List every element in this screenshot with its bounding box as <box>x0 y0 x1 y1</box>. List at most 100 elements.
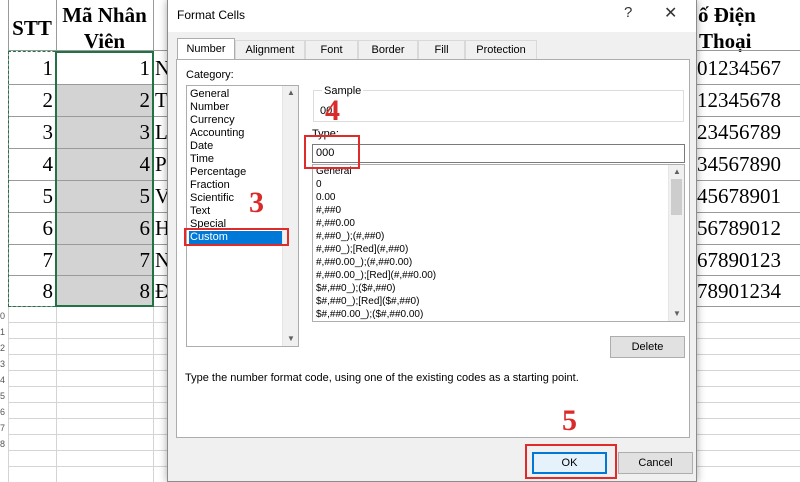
header-stt[interactable]: STT <box>8 16 56 40</box>
selection-range <box>55 51 154 307</box>
grid-line-light <box>8 322 167 323</box>
grid-line-light <box>697 434 800 435</box>
category-item-scientific[interactable]: Scientific <box>189 192 282 205</box>
cell-so-dien-thoai[interactable]: 12345678 <box>697 84 800 116</box>
grid-line-light <box>8 386 167 387</box>
format-item[interactable]: #,##0_);[Red](#,##0) <box>316 244 408 256</box>
grid-line-light <box>697 418 800 419</box>
category-item-text[interactable]: Text <box>189 205 282 218</box>
format-code-list[interactable]: General 0 0.00 #,##0 #,##0.00 #,##0_);(#… <box>312 164 685 322</box>
cell-ho-ten[interactable]: V <box>155 180 167 212</box>
row-number: 3 <box>0 359 6 369</box>
cancel-button[interactable]: Cancel <box>618 452 693 474</box>
cell-so-dien-thoai[interactable]: 01234567 <box>697 52 800 84</box>
grid-line-light <box>153 306 154 482</box>
cell-ho-ten[interactable]: P <box>155 148 167 180</box>
row-number: 7 <box>0 423 6 433</box>
delete-button[interactable]: Delete <box>610 336 685 358</box>
scroll-down-icon[interactable]: ▼ <box>283 332 299 346</box>
grid-line-light <box>697 402 800 403</box>
cell-so-dien-thoai[interactable]: 45678901 <box>697 180 800 212</box>
tab-fill[interactable]: Fill <box>418 40 465 60</box>
category-item-general[interactable]: General <box>189 88 282 101</box>
highlight-box-type <box>304 135 360 169</box>
number-tab-panel: Category: General Number Currency Accoun… <box>176 59 690 438</box>
format-item[interactable]: $#,##0_);($#,##0) <box>316 283 396 295</box>
row-number: 8 <box>0 439 6 449</box>
grid-line-light <box>8 450 167 451</box>
grid-line-light <box>697 338 800 339</box>
cell-so-dien-thoai[interactable]: 34567890 <box>697 148 800 180</box>
dialog-titlebar[interactable]: Format Cells ? ✕ <box>168 0 696 32</box>
scroll-thumb[interactable] <box>671 179 682 215</box>
row-number: 1 <box>0 327 6 337</box>
cell-ho-ten[interactable]: H <box>155 212 167 244</box>
category-item-fraction[interactable]: Fraction <box>189 179 282 192</box>
scroll-up-icon[interactable]: ▲ <box>283 86 299 100</box>
grid-line-light <box>8 338 167 339</box>
format-item[interactable]: #,##0_);(#,##0) <box>316 231 384 243</box>
grid-line-light <box>56 306 57 482</box>
dialog-tabs: Number Alignment Font Border Fill Protec… <box>176 38 690 61</box>
cell-so-dien-thoai[interactable]: 78901234 <box>697 275 800 307</box>
category-item-number[interactable]: Number <box>189 101 282 114</box>
close-icon[interactable]: ✕ <box>664 3 677 23</box>
format-item[interactable]: 0.00 <box>316 192 335 204</box>
cell-ho-ten[interactable]: Đ <box>155 275 167 307</box>
format-item[interactable]: $#,##0.00_);($#,##0.00) <box>316 309 423 321</box>
grid-line-light <box>697 370 800 371</box>
type-input[interactable]: 000 <box>312 144 685 163</box>
format-list-scrollbar[interactable]: ▲ ▼ <box>668 165 684 321</box>
cell-ho-ten[interactable]: L <box>155 116 167 148</box>
category-item-percentage[interactable]: Percentage <box>189 166 282 179</box>
format-item[interactable]: #,##0.00 <box>316 218 355 230</box>
cell-ho-ten[interactable]: T <box>155 84 167 116</box>
category-scrollbar[interactable]: ▲ ▼ <box>282 86 298 346</box>
category-item-time[interactable]: Time <box>189 153 282 166</box>
cell-ho-ten[interactable]: N <box>155 52 167 84</box>
category-list[interactable]: General Number Currency Accounting Date … <box>186 85 299 347</box>
format-item[interactable]: #,##0.00_);[Red](#,##0.00) <box>316 270 436 282</box>
tab-border[interactable]: Border <box>358 40 418 60</box>
help-icon[interactable]: ? <box>624 4 632 21</box>
grid-line-light <box>8 466 167 467</box>
dialog-title: Format Cells <box>177 8 246 22</box>
row-number: 2 <box>0 343 6 353</box>
grid-line-light <box>8 418 167 419</box>
step-number-3: 3 <box>249 186 264 219</box>
grid-line-light <box>8 354 167 355</box>
category-item-accounting[interactable]: Accounting <box>189 127 282 140</box>
cell-ho-ten[interactable]: N <box>155 244 167 276</box>
tab-alignment[interactable]: Alignment <box>235 40 305 60</box>
step-number-5: 5 <box>562 404 577 437</box>
category-item-currency[interactable]: Currency <box>189 114 282 127</box>
format-item[interactable]: 0 <box>316 179 322 191</box>
category-label: Category: <box>186 69 234 81</box>
cell-so-dien-thoai[interactable]: 23456789 <box>697 116 800 148</box>
grid-line-light <box>697 450 800 451</box>
format-item[interactable]: #,##0 <box>316 205 341 217</box>
cell-so-dien-thoai[interactable]: 67890123 <box>697 244 800 276</box>
grid-line <box>697 50 800 51</box>
format-item[interactable]: #,##0.00_);(#,##0.00) <box>316 257 412 269</box>
header-ma-nhan-vien-line1[interactable]: Mã Nhân <box>56 3 153 27</box>
sample-box: 00 <box>313 90 684 122</box>
highlight-box-ok <box>525 444 617 479</box>
header-so-dien-thoai-line1[interactable]: ố Điện <box>697 3 800 27</box>
row-number: 0 <box>0 311 6 321</box>
sample-label: Sample <box>322 85 364 97</box>
cell-so-dien-thoai[interactable]: 56789012 <box>697 212 800 244</box>
row-number: 5 <box>0 391 6 401</box>
format-item[interactable]: $#,##0_);[Red]($#,##0) <box>316 296 419 308</box>
tab-number[interactable]: Number <box>177 38 235 61</box>
tab-font[interactable]: Font <box>305 40 358 60</box>
row-number: 6 <box>0 407 6 417</box>
grid-line-light <box>8 402 167 403</box>
scroll-up-icon[interactable]: ▲ <box>669 165 684 179</box>
format-hint: Type the number format code, using one o… <box>185 372 579 384</box>
grid-line-light <box>8 370 167 371</box>
category-item-date[interactable]: Date <box>189 140 282 153</box>
step-number-4: 4 <box>325 94 340 127</box>
tab-protection[interactable]: Protection <box>465 40 537 60</box>
scroll-down-icon[interactable]: ▼ <box>669 307 684 321</box>
